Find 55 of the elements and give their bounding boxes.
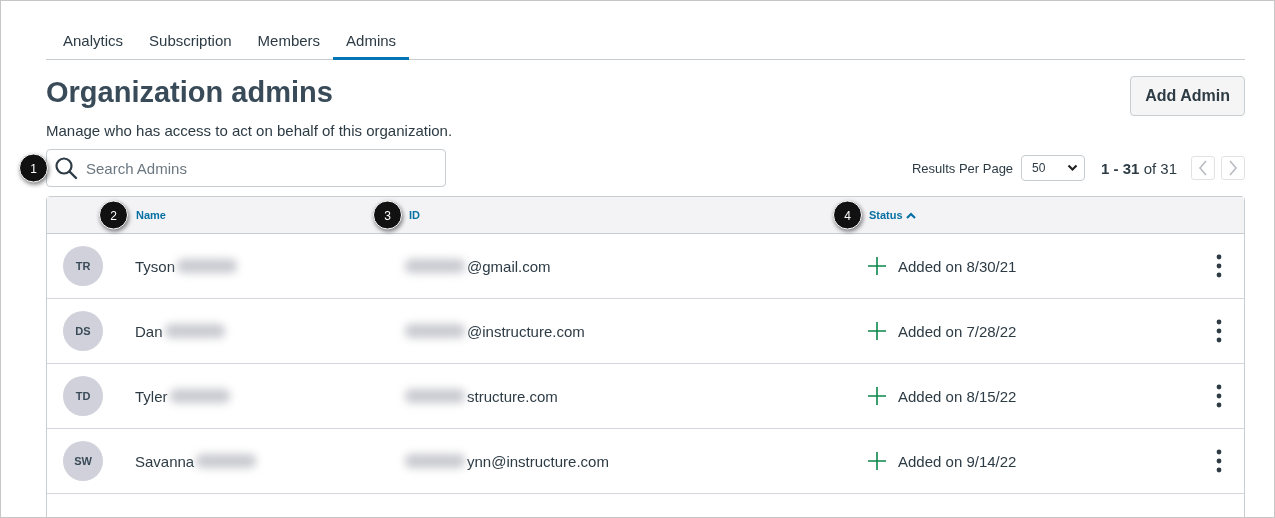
tab[interactable]: Admins: [333, 25, 410, 60]
plus-icon: [867, 321, 887, 341]
admin-email: @gmail.com: [467, 257, 551, 275]
admin-email: structure.com: [467, 387, 558, 405]
page-title: Organization admins: [46, 76, 334, 109]
tab[interactable]: Members: [244, 25, 334, 60]
more-options-icon[interactable]: [1216, 319, 1222, 343]
callout-badge: 3: [373, 200, 402, 230]
sort-ascending-icon: [905, 211, 916, 219]
tab[interactable]: Subscription: [136, 25, 245, 60]
more-options-icon[interactable]: [1216, 449, 1222, 473]
column-header[interactable]: Status: [869, 209, 916, 221]
chevron-down-icon: [1067, 164, 1079, 172]
status-text: Added on 9/14/22: [898, 452, 1017, 470]
plus-icon: [867, 256, 887, 276]
avatar: TD: [63, 376, 103, 416]
callout-badge: 2: [99, 200, 128, 230]
column-header[interactable]: ID: [409, 209, 420, 221]
more-options-icon[interactable]: [1216, 254, 1222, 278]
add-admin-button[interactable]: Add Admin: [1130, 76, 1245, 116]
blurred-redaction: [196, 454, 257, 468]
per-page-select[interactable]: 50: [1021, 155, 1086, 181]
search-field[interactable]: Search Admins: [46, 149, 446, 187]
admin-name: Savanna: [135, 452, 195, 470]
blurred-redaction: [405, 389, 465, 403]
avatar: DS: [63, 311, 103, 351]
blurred-redaction: [177, 259, 238, 273]
more-options-icon[interactable]: [1216, 384, 1222, 408]
results-range: 1 - 31 of 31: [1101, 159, 1177, 177]
status-text: Added on 8/30/21: [898, 257, 1017, 275]
callout-badge: 1: [19, 153, 48, 183]
search-icon: [54, 156, 78, 180]
blurred-redaction: [405, 454, 465, 468]
results-per-page-label: Results Per Page: [911, 160, 1014, 176]
admin-email: ynn@instructure.com: [467, 452, 609, 470]
plus-icon: [867, 451, 887, 471]
admin-email: @instructure.com: [467, 322, 585, 340]
callout-badge: 4: [833, 200, 862, 230]
blurred-redaction: [169, 389, 230, 403]
chevron-right-icon: [1228, 160, 1238, 176]
blurred-redaction: [164, 324, 225, 338]
status-text: Added on 7/28/22: [898, 322, 1017, 340]
admin-name: Dan: [135, 322, 163, 340]
tab[interactable]: Analytics: [50, 25, 137, 60]
blurred-redaction: [405, 259, 465, 273]
chevron-left-icon: [1198, 160, 1208, 176]
status-text: Added on 8/15/22: [898, 387, 1017, 405]
admin-name: Tyler: [135, 387, 168, 405]
plus-icon: [867, 386, 887, 406]
blurred-redaction: [405, 324, 465, 338]
page-description: Manage who has access to act on behalf of this organization.: [46, 122, 453, 139]
column-header[interactable]: Name: [136, 209, 166, 221]
admin-name: Tyson: [135, 257, 176, 275]
avatar: TR: [63, 246, 103, 286]
avatar: SW: [63, 441, 103, 481]
